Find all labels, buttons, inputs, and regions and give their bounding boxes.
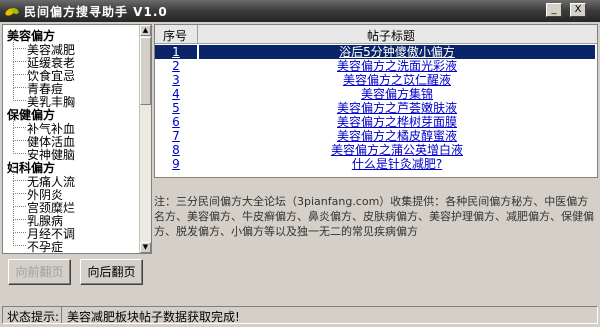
notice-text: 注：三分民间偏方大全论坛（3pianfang.com）收集提供：各种民间偏方秘方…: [154, 195, 594, 238]
tree-connector: [13, 35, 26, 49]
row-number[interactable]: 9: [155, 157, 197, 171]
column-header-title: 帖子标题: [367, 29, 416, 43]
category-tree[interactable]: 美容偏方 美容减肥 延缓衰老 饮食宜忌 青春痘 美乳丰胸 保健偏方 补气补血 健体活血 安神健脑妇…: [3, 25, 141, 253]
tree-connector: [13, 140, 26, 154]
category-tree-panel: 美容偏方 美容减肥 延缓衰老 饮食宜忌 青春痘 美乳丰胸 保健偏方 补气补血 健体活血 安神健脑妇…: [2, 24, 152, 254]
table-row[interactable]: 4 美容偏方集锦: [155, 87, 597, 101]
row-title-link[interactable]: 美容偏方集锦: [199, 87, 595, 101]
table-row[interactable]: 1 浴后5分钟傻傲小偏方: [155, 45, 597, 59]
tree-connector: [13, 232, 26, 246]
tree-connector: [13, 206, 26, 220]
row-number[interactable]: 3: [155, 73, 197, 87]
tree-connector: [13, 180, 26, 194]
scroll-down-arrow-icon[interactable]: ▼: [140, 242, 151, 253]
table-row[interactable]: 7 美容偏方之橘皮醇蜜液: [155, 129, 597, 143]
scroll-up-arrow-icon[interactable]: ▲: [140, 25, 151, 36]
tree-item-label: 不孕症: [27, 240, 64, 253]
row-title-link[interactable]: 美容偏方之蒲公英增白液: [199, 143, 595, 157]
grid-header: 序号 帖子标题: [155, 25, 597, 44]
tree-scrollbar[interactable]: ▲ ▼: [139, 25, 151, 253]
status-bar: 状态提示: 美容减肥板块帖子数据获取完成!: [2, 306, 598, 324]
title-bar: 民间偏方搜寻助手 V1.0 _ X: [0, 0, 600, 22]
row-number[interactable]: 5: [155, 101, 197, 115]
row-number[interactable]: 1: [155, 45, 197, 59]
row-title-link[interactable]: 浴后5分钟傻傲小偏方: [199, 45, 595, 59]
tree-connector: [13, 87, 26, 101]
tree-connector: [13, 114, 26, 128]
status-label: 状态提示:: [7, 310, 60, 324]
row-number[interactable]: 8: [155, 143, 197, 157]
header-divider: [197, 25, 198, 43]
row-title-link[interactable]: 美容偏方之洗面光彩液: [199, 59, 595, 73]
table-row[interactable]: 5 美容偏方之芦荟嫩肤液: [155, 101, 597, 115]
table-row[interactable]: 2 美容偏方之洗面光彩液: [155, 59, 597, 73]
table-row[interactable]: 8 美容偏方之蒲公英增白液: [155, 143, 597, 157]
row-title-link[interactable]: 美容偏方之桦树芽面膜: [199, 115, 595, 129]
row-title-link[interactable]: 美容偏方之芦荟嫩肤液: [199, 101, 595, 115]
tree-connector: [13, 61, 26, 75]
table-row[interactable]: 6 美容偏方之桦树芽面膜: [155, 115, 597, 129]
post-grid: 序号 帖子标题 1 浴后5分钟傻傲小偏方 2 美容偏方之洗面光彩液 3 美容偏方之苡仁醒液…: [154, 24, 598, 178]
row-number[interactable]: 2: [155, 59, 197, 73]
status-divider: [61, 307, 62, 323]
table-row[interactable]: 9 什么是针灸减肥?: [155, 157, 597, 171]
tree-connector: [13, 193, 26, 207]
column-header-number: 序号: [163, 29, 188, 43]
row-title-link[interactable]: 美容偏方之橘皮醇蜜液: [199, 129, 595, 143]
tree-connector: [13, 74, 26, 88]
table-row[interactable]: 3 美容偏方之苡仁醒液: [155, 73, 597, 87]
prev-page-button[interactable]: 向前翻页: [8, 259, 71, 285]
tree-connector: [13, 127, 26, 141]
tree-connector: [13, 219, 26, 233]
leaf-app-icon: [5, 8, 19, 16]
scroll-thumb[interactable]: [140, 37, 151, 105]
close-button[interactable]: X: [570, 3, 586, 17]
row-number[interactable]: 7: [155, 129, 197, 143]
row-title-link[interactable]: 什么是针灸减肥?: [199, 157, 595, 171]
tree-connector: [13, 167, 26, 181]
next-page-button[interactable]: 向后翻页: [80, 259, 143, 285]
tree-connector: [13, 48, 26, 62]
status-message: 美容减肥板块帖子数据获取完成!: [67, 310, 240, 324]
row-title-link[interactable]: 美容偏方之苡仁醒液: [199, 73, 595, 87]
minimize-button[interactable]: _: [546, 3, 562, 17]
window-title: 民间偏方搜寻助手 V1.0: [24, 5, 168, 19]
row-number[interactable]: 4: [155, 87, 197, 101]
row-number[interactable]: 6: [155, 115, 197, 129]
